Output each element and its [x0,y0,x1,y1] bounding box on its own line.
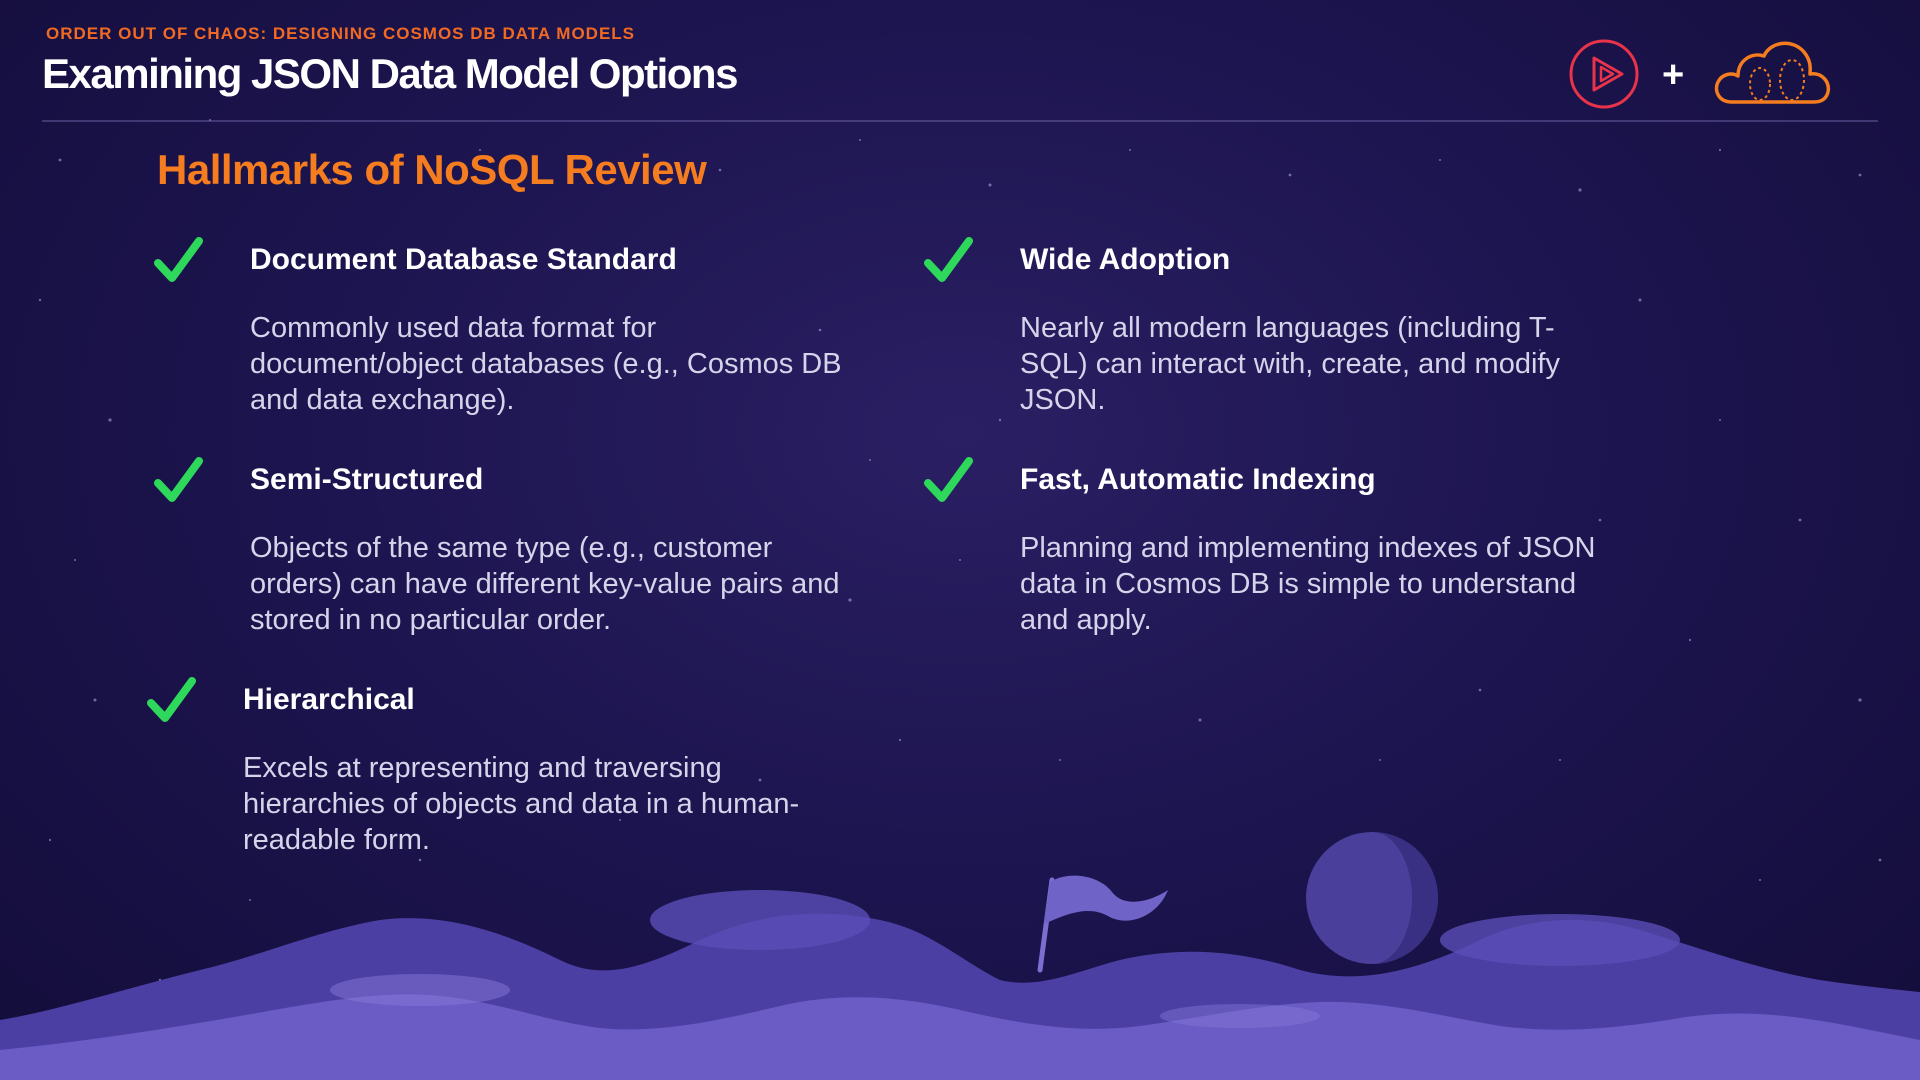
section-title: Hallmarks of NoSQL Review [157,146,707,193]
checkmark-icon [924,457,973,502]
checkmark-icon [154,237,203,282]
play-logo-icon [1569,39,1639,109]
plus-icon: + [1662,54,1685,96]
hallmark-title: Fast, Automatic Indexing [1020,463,1376,496]
hallmark-description: Commonly used data format for document/o… [250,312,842,416]
header-divider [42,120,1878,122]
cloud-logo-icon [1714,41,1831,104]
hallmark-title: Hierarchical [243,683,415,716]
course-eyebrow: ORDER OUT OF CHAOS: DESIGNING COSMOS DB … [46,24,636,43]
moon-landscape-illustration [0,832,1920,1080]
hallmark-title: Wide Adoption [1020,243,1231,276]
slide: ORDER OUT OF CHAOS: DESIGNING COSMOS DB … [0,0,1920,1080]
hallmark-title: Document Database Standard [250,243,677,276]
checkmark-icon [147,677,196,722]
hallmark-description: Nearly all modern languages (including T… [1020,312,1560,416]
hallmark-title: Semi-Structured [250,463,484,496]
checkmark-icon [154,457,203,502]
hallmark-description: Objects of the same type (e.g., customer… [250,532,840,636]
hallmark-description: Planning and implementing indexes of JSO… [1020,532,1596,636]
page-title: Examining JSON Data Model Options [42,50,738,97]
checkmark-icon [924,237,973,282]
